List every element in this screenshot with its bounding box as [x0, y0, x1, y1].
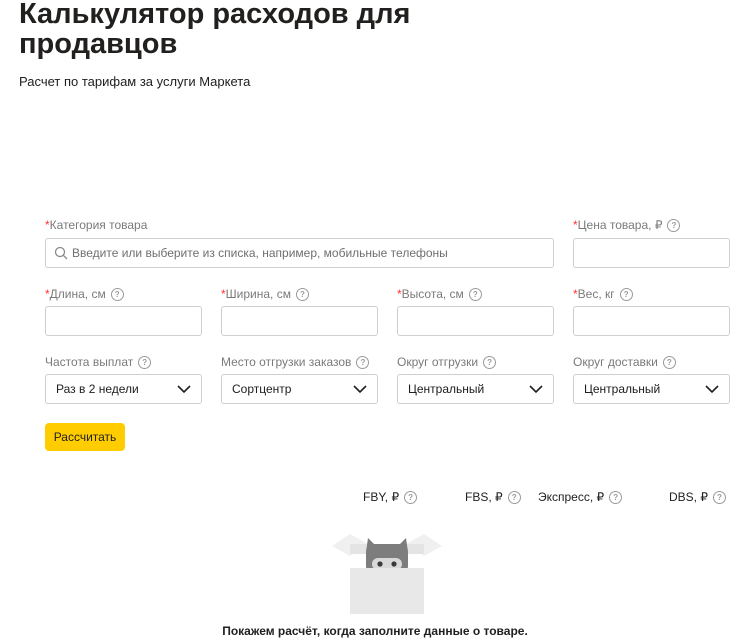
category-label: * Категория товара: [45, 218, 147, 232]
empty-box-illustration: [332, 534, 442, 614]
column-fbs-label: FBS, ₽: [465, 490, 503, 504]
column-express: Экспресс, ₽ ?: [538, 490, 623, 504]
shipment-place-label: Место отгрузки заказов ?: [221, 355, 370, 369]
question-circle-icon[interactable]: ?: [404, 490, 418, 504]
length-label: * Длина, см ?: [45, 287, 124, 301]
length-label-text: Длина, см: [49, 287, 106, 301]
weight-field[interactable]: [573, 306, 730, 336]
delivery-district-select[interactable]: Центральный: [573, 374, 730, 404]
question-circle-icon[interactable]: ?: [295, 287, 309, 301]
calculate-button[interactable]: Рассчитать: [45, 423, 125, 451]
shipment-place-select[interactable]: Сортцентр: [221, 374, 378, 404]
height-field[interactable]: [397, 306, 554, 336]
payout-frequency-value: Раз в 2 недели: [56, 382, 139, 396]
question-circle-icon[interactable]: ?: [662, 355, 676, 369]
shipment-district-label: Округ отгрузки ?: [397, 355, 497, 369]
payout-frequency-select[interactable]: Раз в 2 недели: [45, 374, 202, 404]
page-title: Калькулятор расходов для продавцов: [19, 0, 411, 60]
shipment-district-label-text: Округ отгрузки: [397, 355, 479, 369]
question-circle-icon[interactable]: ?: [110, 287, 124, 301]
delivery-district-label-text: Округ доставки: [573, 355, 658, 369]
height-label-text: Высота, см: [401, 287, 464, 301]
column-fby: FBY, ₽ ?: [363, 490, 418, 504]
column-fbs: FBS, ₽ ?: [465, 490, 521, 504]
payout-frequency-label: Частота выплат ?: [45, 355, 152, 369]
question-circle-icon[interactable]: ?: [619, 287, 633, 301]
height-input[interactable]: [398, 307, 553, 335]
length-field[interactable]: [45, 306, 202, 336]
delivery-district-label: Округ доставки ?: [573, 355, 676, 369]
category-input[interactable]: [46, 239, 553, 267]
shipment-district-select[interactable]: Центральный: [397, 374, 554, 404]
payout-frequency-label-text: Частота выплат: [45, 355, 134, 369]
weight-label-text: Вес, кг: [577, 287, 615, 301]
delivery-district-value: Центральный: [584, 382, 661, 396]
question-circle-icon[interactable]: ?: [483, 355, 497, 369]
shipment-place-value: Сортцентр: [232, 382, 292, 396]
price-field[interactable]: [573, 238, 730, 268]
question-circle-icon[interactable]: ?: [712, 490, 726, 504]
question-circle-icon[interactable]: ?: [507, 490, 521, 504]
weight-input[interactable]: [574, 307, 729, 335]
width-label: * Ширина, см ?: [221, 287, 309, 301]
question-circle-icon[interactable]: ?: [138, 355, 152, 369]
height-label: * Высота, см ?: [397, 287, 482, 301]
chevron-down-icon: [705, 385, 719, 394]
category-field[interactable]: [45, 238, 554, 268]
page-subtitle: Расчет по тарифам за услуги Маркета: [19, 74, 251, 89]
question-circle-icon[interactable]: ?: [609, 490, 623, 504]
price-label-text: Цена товара, ₽: [577, 218, 663, 232]
width-label-text: Ширина, см: [225, 287, 291, 301]
question-circle-icon[interactable]: ?: [468, 287, 482, 301]
chevron-down-icon: [353, 385, 367, 394]
empty-state-message: Покажем расчёт, когда заполните данные о…: [222, 624, 528, 638]
price-input[interactable]: [574, 239, 729, 267]
chevron-down-icon: [529, 385, 543, 394]
chevron-down-icon: [177, 385, 191, 394]
category-label-text: Категория товара: [49, 218, 148, 232]
shipment-place-label-text: Место отгрузки заказов: [221, 355, 352, 369]
width-input[interactable]: [222, 307, 377, 335]
column-dbs-label: DBS, ₽: [669, 490, 708, 504]
shipment-district-value: Центральный: [408, 382, 485, 396]
question-circle-icon[interactable]: ?: [667, 218, 681, 232]
price-label: * Цена товара, ₽ ?: [573, 218, 681, 232]
column-fby-label: FBY, ₽: [363, 490, 400, 504]
question-circle-icon[interactable]: ?: [356, 355, 370, 369]
column-express-label: Экспресс, ₽: [538, 490, 605, 504]
length-input[interactable]: [46, 307, 201, 335]
search-icon: [54, 246, 68, 260]
width-field[interactable]: [221, 306, 378, 336]
column-dbs: DBS, ₽ ?: [669, 490, 726, 504]
weight-label: * Вес, кг ?: [573, 287, 633, 301]
